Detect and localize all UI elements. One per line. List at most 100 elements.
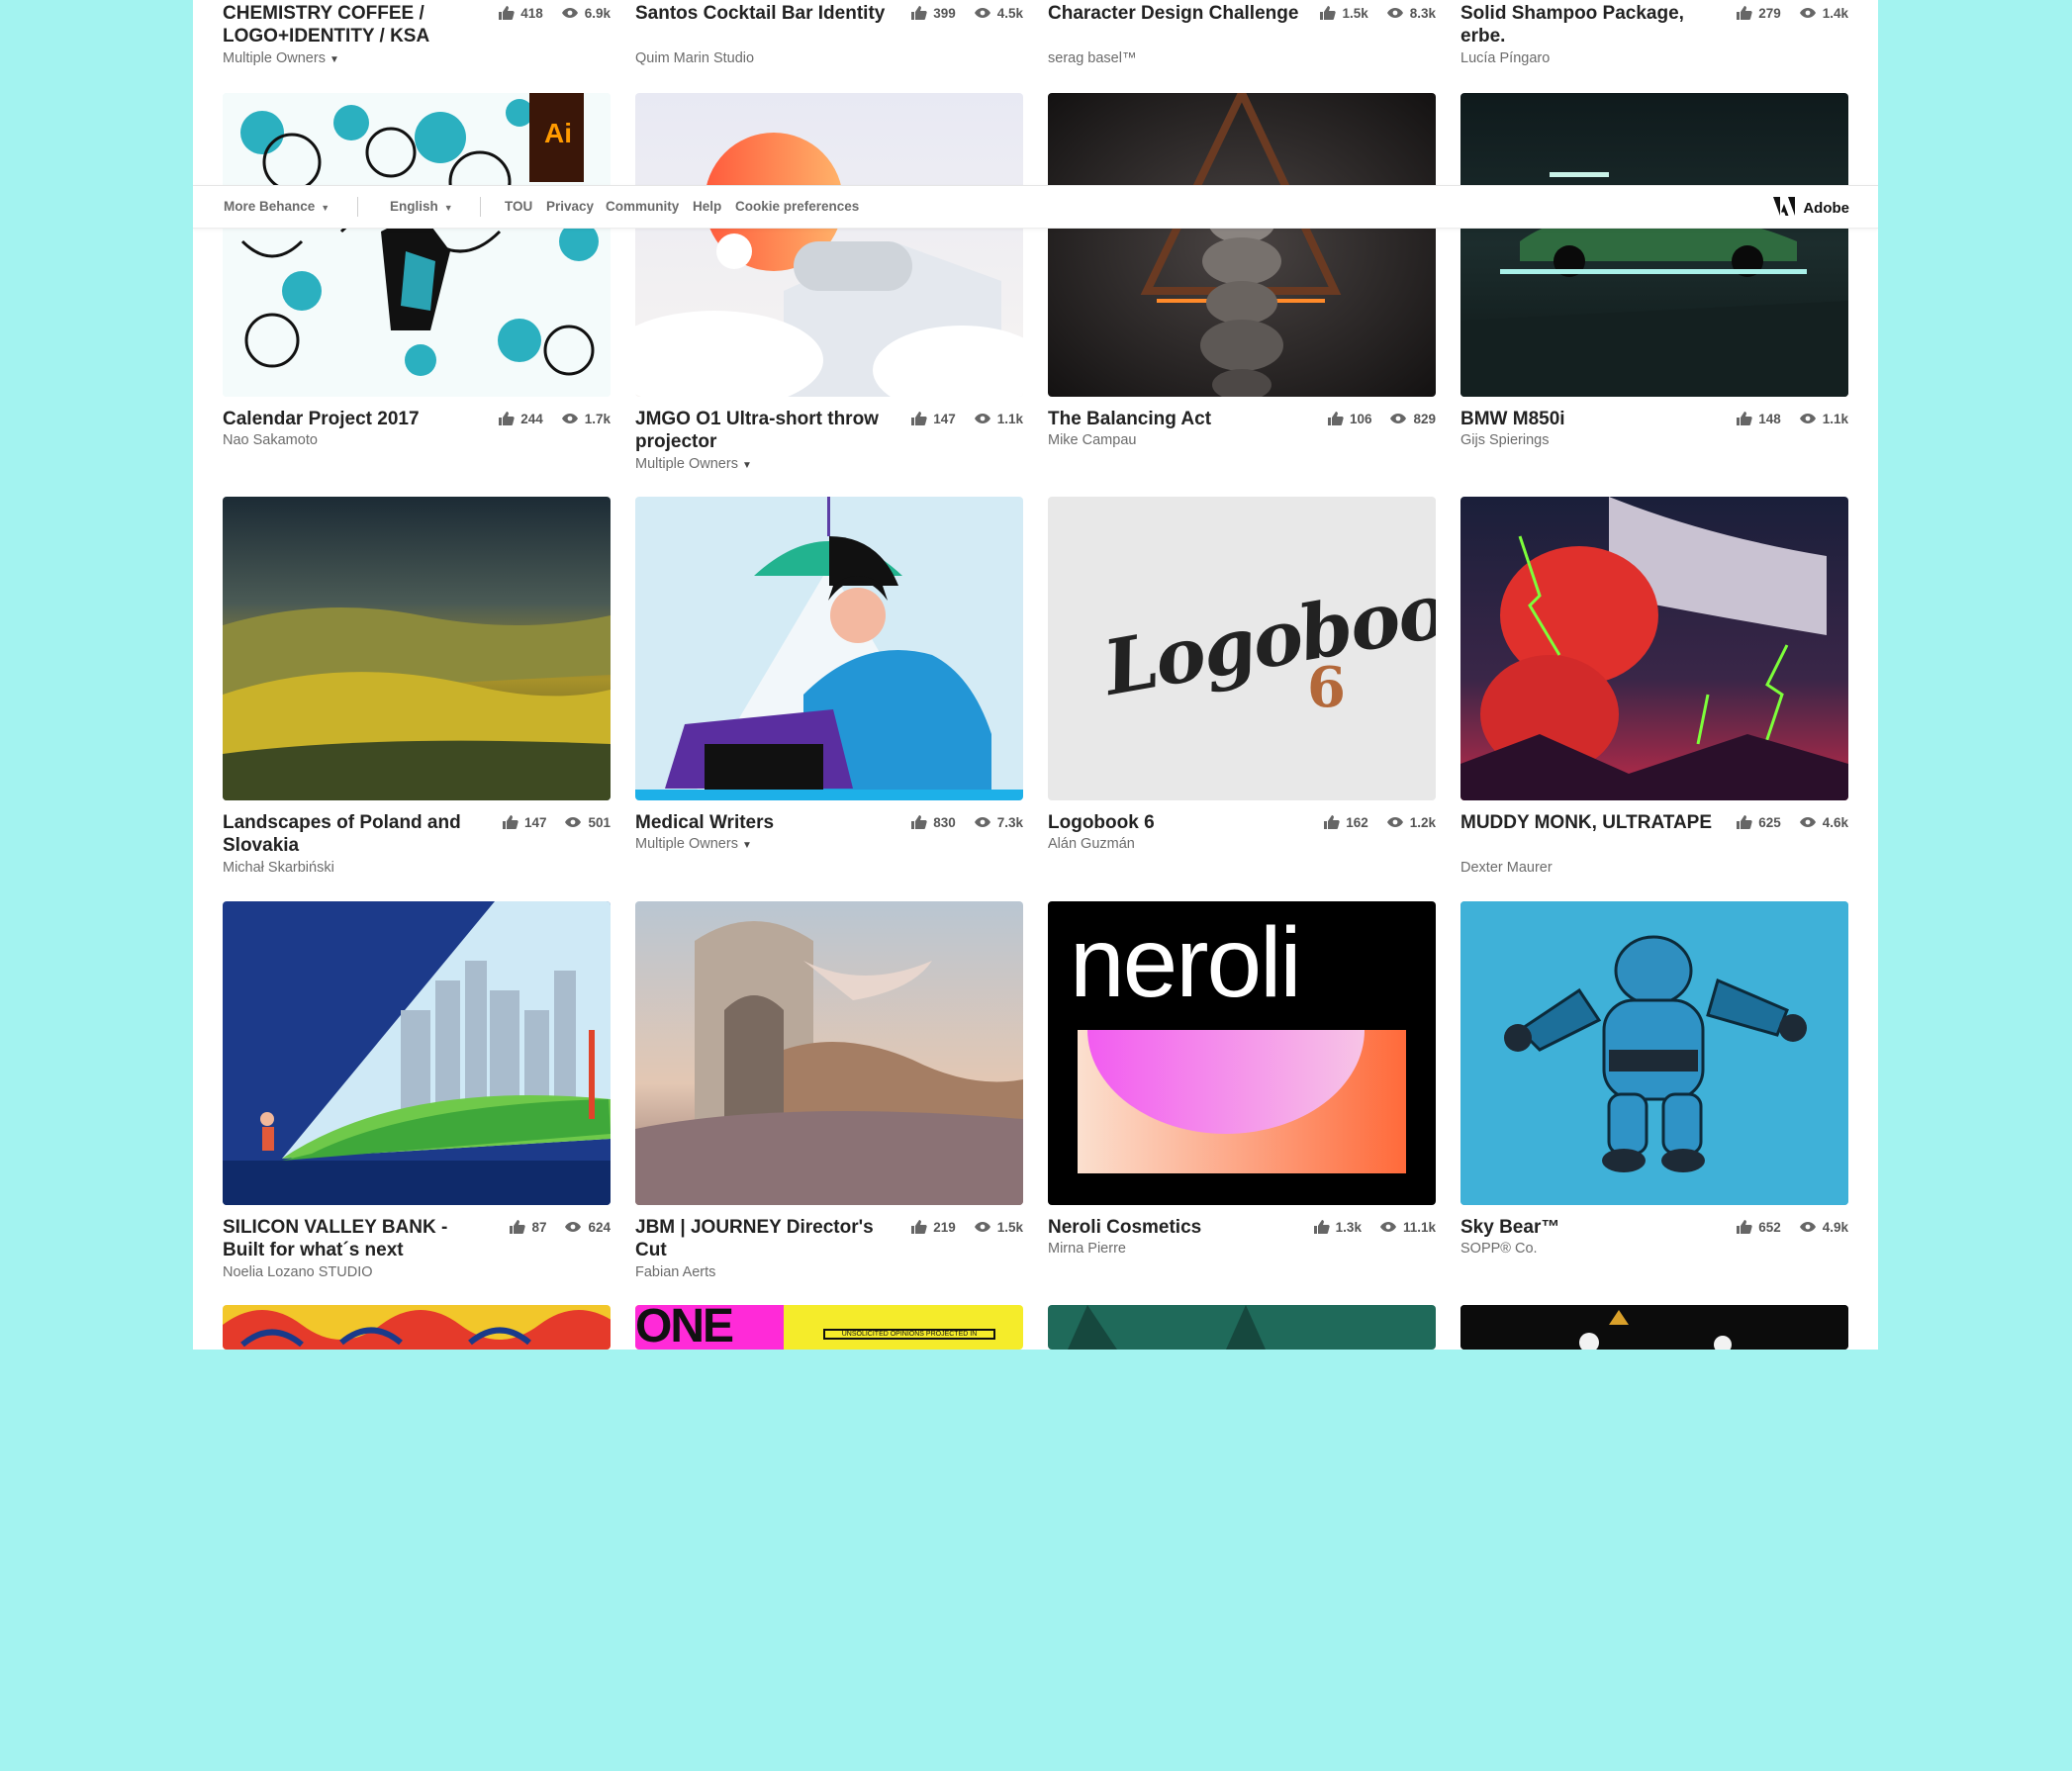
project-title[interactable]: Santos Cocktail Bar Identity (635, 2, 888, 25)
project-owner[interactable]: Gijs Spierings (1460, 431, 1549, 449)
thumbs-up-icon (1736, 814, 1752, 830)
project-stats: 652 4.9k (1736, 1219, 1848, 1235)
views-count: 1.1k (996, 411, 1023, 426)
project-thumbnail[interactable]: Ai (223, 93, 611, 397)
project-title[interactable]: The Balancing Act (1048, 408, 1300, 430)
project-card[interactable]: The Balancing Act Mike Campau 106 829 (1048, 93, 1436, 479)
project-stats: 147 1.1k (910, 411, 1023, 426)
eye-icon (1389, 413, 1407, 424)
project-owner[interactable]: Quim Marin Studio (635, 49, 754, 67)
project-stats: 625 4.6k (1736, 814, 1848, 830)
project-card[interactable]: Solid Shampoo Package, erbe. Lucía Pínga… (1460, 0, 1848, 79)
project-owner[interactable]: Multiple Owners ▼ (635, 455, 752, 475)
project-title[interactable]: JMGO O1 Ultra-short throw projector (635, 408, 888, 453)
project-card[interactable]: ONE UNSOLICITED OPINIONS PROJECTED IN (635, 1305, 1023, 1350)
project-card[interactable]: Sky Bear™ SOPP® Co. 652 4.9k (1460, 901, 1848, 1287)
project-card[interactable]: BMW M850i Gijs Spierings 148 1.1k (1460, 93, 1848, 479)
project-card[interactable]: Santos Cocktail Bar Identity Quim Marin … (635, 0, 1023, 79)
project-owner[interactable]: Alán Guzmán (1048, 835, 1135, 853)
project-card[interactable] (223, 1305, 611, 1350)
project-owner[interactable]: Lucía Píngaro (1460, 49, 1550, 67)
project-thumbnail[interactable] (223, 497, 611, 800)
project-card[interactable] (1460, 1305, 1848, 1350)
logobook-number: 6 (1307, 655, 1346, 720)
project-title[interactable]: MUDDY MONK, ULTRATAPE (1460, 811, 1713, 834)
project-thumbnail[interactable] (635, 497, 1023, 800)
project-thumbnail[interactable] (1460, 497, 1848, 800)
project-card[interactable]: MUDDY MONK, ULTRATAPE Dexter Maurer 625 … (1460, 497, 1848, 883)
project-card[interactable]: JMGO O1 Ultra-short throw projector Mult… (635, 93, 1023, 479)
project-owner[interactable]: Mike Campau (1048, 431, 1136, 449)
eye-icon (1799, 413, 1817, 424)
more-behance-menu[interactable]: More Behance ▼ (224, 199, 330, 214)
project-title[interactable]: CHEMISTRY COFFEE / LOGO+IDENTITY / KSA (223, 2, 475, 47)
project-card[interactable]: JBM | JOURNEY Director's Cut Fabian Aert… (635, 901, 1023, 1287)
likes-count: 1.5k (1342, 5, 1368, 21)
project-owner[interactable]: Michał Skarbiński (223, 859, 334, 877)
adobe-logo-icon (1773, 197, 1803, 220)
likes-count: 148 (1758, 411, 1781, 426)
project-card[interactable] (1048, 1305, 1436, 1350)
project-stats: 219 1.5k (910, 1219, 1023, 1235)
project-thumbnail[interactable]: ONE UNSOLICITED OPINIONS PROJECTED IN (635, 1305, 1023, 1350)
project-thumbnail[interactable]: Logobook 6 (1048, 497, 1436, 800)
project-title[interactable]: Landscapes of Poland and Slovakia (223, 811, 475, 857)
project-thumbnail[interactable] (1460, 1305, 1848, 1350)
project-card[interactable]: Character Design Challenge serag basel™ … (1048, 0, 1436, 79)
project-card[interactable]: SILICON VALLEY BANK - Built for what´s n… (223, 901, 611, 1287)
views-count: 8.3k (1409, 5, 1436, 21)
project-title[interactable]: Neroli Cosmetics (1048, 1216, 1300, 1239)
project-title[interactable]: Medical Writers (635, 811, 888, 834)
project-owner[interactable]: Multiple Owners ▼ (223, 49, 339, 69)
project-thumbnail[interactable] (223, 901, 611, 1205)
project-thumbnail[interactable]: neroli (1048, 901, 1436, 1205)
project-stats: 244 1.7k (498, 411, 611, 426)
thumbs-up-icon (1736, 5, 1752, 21)
footer-link-help[interactable]: Help (693, 199, 721, 214)
thumbs-up-icon (910, 814, 927, 830)
likes-count: 418 (520, 5, 543, 21)
project-card[interactable]: neroli Neroli Cosmetics Mirna Pierre 1.3… (1048, 901, 1436, 1287)
language-select[interactable]: English ▼ (390, 199, 453, 214)
footer-link-tou[interactable]: TOU (505, 199, 532, 214)
adobe-link[interactable]: Adobe (1773, 197, 1849, 220)
chevron-down-icon: ▼ (329, 54, 339, 65)
project-card[interactable]: Logobook 6 Logobook 6 Alán Guzmán 162 1.… (1048, 497, 1436, 883)
project-owner[interactable]: Dexter Maurer (1460, 859, 1553, 877)
thumbs-up-icon (910, 5, 927, 21)
project-card[interactable]: Ai Calendar Project 2017 Nao Sakamoto 24… (223, 93, 611, 479)
project-thumbnail[interactable] (223, 1305, 611, 1350)
project-thumbnail[interactable] (1048, 1305, 1436, 1350)
project-thumbnail[interactable] (635, 93, 1023, 397)
project-title[interactable]: BMW M850i (1460, 408, 1713, 430)
project-thumbnail[interactable] (635, 901, 1023, 1205)
project-stats: 1.3k 11.1k (1313, 1219, 1436, 1235)
project-owner[interactable]: serag basel™ (1048, 49, 1136, 67)
footer-link-cookie-preferences[interactable]: Cookie preferences (735, 199, 859, 214)
project-owner[interactable]: Mirna Pierre (1048, 1240, 1126, 1258)
project-thumbnail[interactable] (1048, 93, 1436, 397)
project-title[interactable]: Solid Shampoo Package, erbe. (1460, 2, 1713, 47)
project-thumbnail[interactable] (1460, 901, 1848, 1205)
project-stats: 87 624 (509, 1219, 611, 1235)
project-card[interactable]: Landscapes of Poland and Slovakia Michał… (223, 497, 611, 883)
project-thumbnail[interactable] (1460, 93, 1848, 397)
project-owner[interactable]: SOPP® Co. (1460, 1240, 1538, 1258)
project-title[interactable]: Sky Bear™ (1460, 1216, 1713, 1239)
project-title[interactable]: Calendar Project 2017 (223, 408, 475, 430)
footer-link-community[interactable]: Community (606, 199, 679, 214)
project-title[interactable]: Character Design Challenge (1048, 2, 1300, 25)
project-title[interactable]: JBM | JOURNEY Director's Cut (635, 1216, 888, 1261)
project-owner[interactable]: Noelia Lozano STUDIO (223, 1263, 373, 1281)
project-title[interactable]: Logobook 6 (1048, 811, 1300, 834)
project-owner[interactable]: Multiple Owners ▼ (635, 835, 752, 855)
ai-badge: Ai (544, 118, 572, 148)
project-card[interactable]: Medical Writers Multiple Owners ▼ 830 7.3… (635, 497, 1023, 883)
project-owner[interactable]: Nao Sakamoto (223, 431, 318, 449)
project-card[interactable]: CHEMISTRY COFFEE / LOGO+IDENTITY / KSA M… (223, 0, 611, 79)
footer-link-privacy[interactable]: Privacy (546, 199, 594, 214)
project-title[interactable]: SILICON VALLEY BANK - Built for what´s n… (223, 1216, 475, 1261)
likes-count: 106 (1349, 411, 1372, 426)
likes-count: 625 (1758, 814, 1781, 830)
project-owner[interactable]: Fabian Aerts (635, 1263, 715, 1281)
